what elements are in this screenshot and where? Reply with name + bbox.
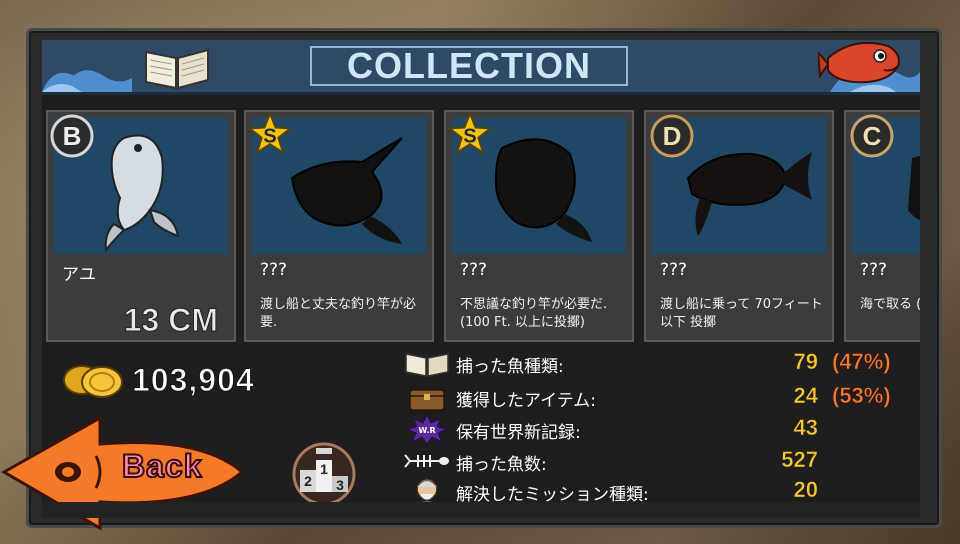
world-record-icon: W.R [405, 414, 449, 444]
fish-name: ??? [260, 260, 288, 280]
stat-label: 獲得したアイテム: [456, 391, 597, 411]
fish-hint: 不思議な釣り竿が必要だ. (100 Ft. 以上に投擲) [460, 297, 608, 330]
stat-label: 捕った魚数: [456, 455, 547, 475]
fish-size: 13 CM [123, 302, 218, 339]
ranking-button[interactable]: 2 1 3 [286, 440, 362, 506]
stat-row-fish-count: 捕った魚数: 527 [404, 446, 924, 476]
fish-hint: 渡し船に乗って 70フィート以下 投擲 [660, 297, 823, 330]
grade-b-badge: B [50, 114, 94, 158]
stat-value: 43 [793, 415, 818, 441]
grade-letter: B [63, 121, 82, 151]
podium-first: 1 [320, 461, 328, 477]
grade-letter: S [463, 125, 476, 147]
stat-value: 24 [793, 383, 818, 409]
stat-label: 保有世界新記録: [456, 423, 581, 443]
grade-s-star-icon: S [448, 111, 492, 156]
stat-row-items: 獲得したアイテム: 24 (53%) [404, 382, 924, 412]
fish-name: ??? [860, 260, 888, 280]
stat-row-world-records: W.R 保有世界新記録: 43 [404, 414, 924, 444]
fish-name: ??? [460, 260, 488, 280]
page-title: COLLECTION [347, 45, 591, 86]
treasure-chest-icon [409, 389, 445, 411]
grade-letter: S [263, 125, 276, 147]
fish-name: ??? [660, 260, 688, 280]
stat-row-fish-types: 捕った魚種類: 79 (47%) [404, 348, 924, 378]
fish-hint: 渡し船と丈夫な釣り竿が必要. [260, 297, 417, 330]
wave-decoration-left [42, 70, 132, 92]
book-icon [405, 353, 449, 377]
title-frame: COLLECTION [310, 45, 628, 86]
fish-bone-icon [404, 454, 449, 468]
stat-percent: (47%) [832, 349, 891, 375]
money-amount: 103,904 [132, 362, 255, 399]
podium-second: 2 [304, 473, 312, 489]
stat-value: 527 [781, 447, 818, 473]
grade-letter: C [863, 121, 882, 151]
podium-third: 3 [336, 477, 344, 493]
back-button-label[interactable]: Back [121, 447, 202, 485]
red-fish-icon [818, 41, 900, 84]
book-icon [145, 48, 209, 90]
podium-icon: 2 1 3 [292, 442, 356, 506]
grade-d-badge: D [650, 114, 694, 158]
fish-hint: 海で取る (60~90 F [860, 297, 920, 312]
stat-percent: (53%) [832, 383, 891, 409]
grade-s-star-icon: S [248, 111, 292, 156]
grade-letter: D [663, 121, 682, 151]
stat-value: 79 [793, 349, 818, 375]
fish-name: アユ [62, 265, 96, 285]
svg-text:W.R: W.R [418, 426, 435, 435]
grade-c-badge: C [850, 114, 894, 158]
gold-coins-icon [63, 365, 123, 398]
stat-label: 捕った魚種類: [456, 357, 564, 377]
stat-value: 20 [793, 477, 818, 503]
panel-bottom-bar [42, 502, 920, 518]
